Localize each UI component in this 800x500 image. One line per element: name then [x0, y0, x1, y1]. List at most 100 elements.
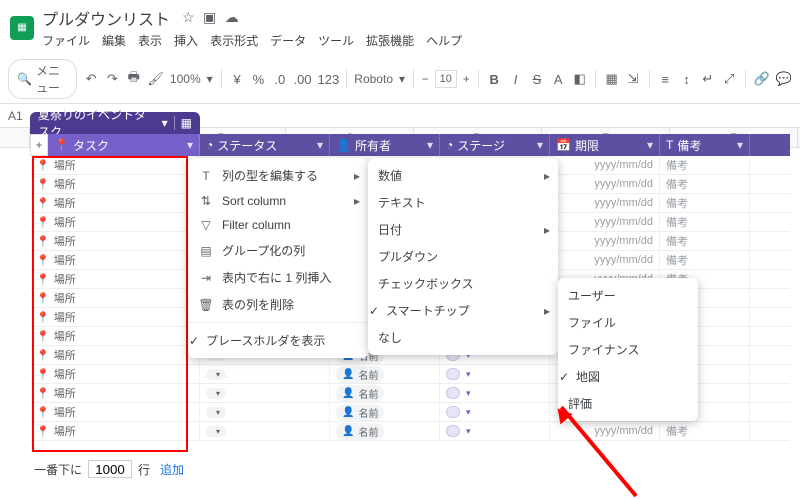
mi-insert-right[interactable]: ⇥表内で右に 1 列挿入 [188, 264, 368, 291]
menu-extensions[interactable]: 拡張機能 [366, 32, 414, 49]
menu-data[interactable]: データ [270, 32, 306, 49]
cell-task[interactable]: 📍場所 [30, 308, 200, 326]
star-icon[interactable]: ☆ [182, 9, 195, 25]
mi-type-dropdown[interactable]: プルダウン [368, 243, 558, 270]
number-format-btn[interactable]: 123 [318, 72, 338, 87]
table-title-bar[interactable]: 夏祭りのイベントタスク ▾ ▦ [30, 112, 200, 134]
chevron-down-icon[interactable]: ▾ [187, 138, 193, 152]
mi-show-placeholder[interactable]: プレースホルダを表示 [188, 327, 368, 354]
cell-notes[interactable]: 備考 [660, 213, 750, 231]
cell-task[interactable]: 📍場所 [30, 384, 200, 402]
cell-deadline[interactable]: yyyy/mm/dd [550, 175, 660, 193]
move-icon[interactable]: ▣ [203, 9, 216, 25]
col-deadline[interactable]: 📅期限▾ [550, 134, 660, 156]
redo-icon[interactable]: ↷ [105, 71, 120, 87]
mi-type-text[interactable]: テキスト [368, 189, 558, 216]
zoom-select[interactable]: 100% [170, 72, 201, 86]
cell-task[interactable]: 📍場所 [30, 327, 200, 345]
mi-filter-column[interactable]: ▽Filter column [188, 213, 368, 237]
col-status[interactable]: ◔ステータス▾ [200, 134, 330, 156]
add-rows-input[interactable] [88, 460, 132, 478]
chevron-down-icon[interactable]: ▾ [737, 138, 743, 152]
cell-task[interactable]: 📍場所 [30, 346, 200, 364]
cell-task[interactable]: 📍場所 [30, 175, 200, 193]
menu-view[interactable]: 表示 [138, 32, 162, 49]
cell-stage[interactable]: ▾ [440, 384, 550, 402]
mi-sort-column[interactable]: ⇅Sort column▸ [188, 189, 368, 213]
cell-notes[interactable]: 備考 [660, 232, 750, 250]
cell-owner[interactable]: 👤名前 [330, 365, 440, 383]
mi-edit-column-type[interactable]: T列の型を編集する▸ [188, 162, 368, 189]
menu-edit[interactable]: 編集 [102, 32, 126, 49]
borders-icon[interactable]: ▦ [604, 71, 619, 87]
mi-chip-rating[interactable]: 評価 [558, 390, 698, 417]
merge-icon[interactable]: ⇲ [625, 71, 640, 87]
cell-owner[interactable]: 👤名前 [330, 403, 440, 421]
cell-deadline[interactable]: yyyy/mm/dd [550, 156, 660, 174]
cell-task[interactable]: 📍場所 [30, 365, 200, 383]
print-icon[interactable]: 🖶 [126, 68, 141, 90]
paint-format-icon[interactable]: 🖌 [147, 71, 164, 87]
cell-deadline[interactable]: yyyy/mm/dd [550, 232, 660, 250]
valign-icon[interactable]: ↕ [679, 72, 694, 87]
link-icon[interactable]: 🔗 [754, 71, 770, 87]
dec-increase-btn[interactable]: .00 [293, 72, 311, 87]
mi-type-date[interactable]: 日付▸ [368, 216, 558, 243]
cell-task[interactable]: 📍場所 [30, 403, 200, 421]
menu-help[interactable]: ヘルプ [426, 32, 462, 49]
cell-stage[interactable]: ▾ [440, 403, 550, 421]
cell-task[interactable]: 📍場所 [30, 270, 200, 288]
wrap-icon[interactable]: ↵ [700, 71, 715, 87]
mi-chip-finance[interactable]: ファイナンス [558, 336, 698, 363]
doc-title[interactable]: プルダウンリスト [42, 6, 170, 30]
col-task[interactable]: 📍タスク▾ [48, 134, 200, 156]
cell-stage[interactable]: ▾ [440, 365, 550, 383]
cell-deadline[interactable]: yyyy/mm/dd [550, 251, 660, 269]
comment-icon[interactable]: 💬 [776, 71, 792, 87]
cell-status[interactable]: ▾ [200, 422, 330, 440]
font-select[interactable]: Roboto [354, 72, 393, 86]
cell-status[interactable]: ▾ [200, 403, 330, 421]
cell-stage[interactable]: ▾ [440, 422, 550, 440]
col-owner[interactable]: 👤所有者▾ [330, 134, 440, 156]
mi-chip-file[interactable]: ファイル [558, 309, 698, 336]
rotate-icon[interactable]: ⤢ [722, 71, 737, 87]
cell-task[interactable]: 📍場所 [30, 422, 200, 440]
currency-btn[interactable]: ¥ [229, 72, 244, 87]
strike-btn[interactable]: S [529, 72, 544, 87]
mi-chip-user[interactable]: ユーザー [558, 282, 698, 309]
cell-notes[interactable]: 備考 [660, 175, 750, 193]
cell-task[interactable]: 📍場所 [30, 156, 200, 174]
chevron-down-icon[interactable]: ▾ [162, 116, 168, 130]
cell-notes[interactable]: 備考 [660, 156, 750, 174]
menu-file[interactable]: ファイル [42, 32, 90, 49]
cell-notes[interactable]: 備考 [660, 251, 750, 269]
cell-task[interactable]: 📍場所 [30, 251, 200, 269]
undo-icon[interactable]: ↶ [83, 71, 98, 87]
mi-type-smartchip[interactable]: スマートチップ▸ [368, 297, 558, 324]
font-size-input[interactable]: 10 [435, 70, 457, 88]
search-menu[interactable]: 🔍 メニュー [8, 59, 77, 99]
cell-task[interactable]: 📍場所 [30, 194, 200, 212]
chevron-down-icon[interactable]: ▾ [647, 138, 653, 152]
cell-deadline[interactable]: yyyy/mm/dd [550, 422, 660, 440]
dec-decrease-btn[interactable]: .0 [272, 72, 287, 87]
menu-insert[interactable]: 挿入 [174, 32, 198, 49]
menu-tools[interactable]: ツール [318, 32, 354, 49]
italic-btn[interactable]: I [508, 72, 523, 87]
cell-task[interactable]: 📍場所 [30, 232, 200, 250]
cloud-icon[interactable]: ☁ [225, 9, 239, 25]
col-notes[interactable]: T備考▾ [660, 134, 750, 156]
cell-notes[interactable]: 備考 [660, 422, 750, 440]
mi-delete-column[interactable]: 🗑表の列を削除 [188, 291, 368, 318]
cell-owner[interactable]: 👤名前 [330, 422, 440, 440]
cell-deadline[interactable]: yyyy/mm/dd [550, 213, 660, 231]
cell-notes[interactable]: 備考 [660, 194, 750, 212]
fill-color-icon[interactable]: ◧ [572, 71, 587, 87]
cell-task[interactable]: 📍場所 [30, 213, 200, 231]
mi-group-column[interactable]: ▤グループ化の列 [188, 237, 368, 264]
text-color-btn[interactable]: A [551, 72, 566, 87]
cell-status[interactable]: ▾ [200, 365, 330, 383]
halign-icon[interactable]: ≡ [657, 72, 672, 87]
cell-task[interactable]: 📍場所 [30, 289, 200, 307]
